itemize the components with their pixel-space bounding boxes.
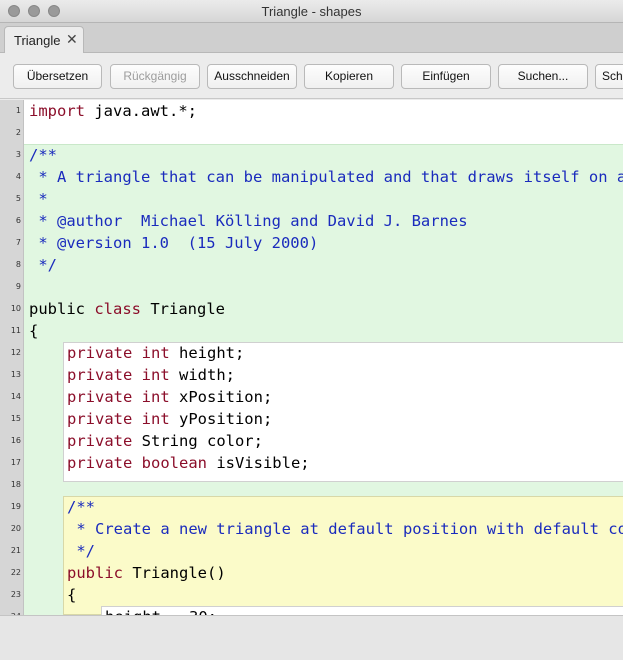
tab-bar: Triangle ✕ (0, 23, 623, 54)
status-bar (0, 615, 623, 660)
line-number: 5 (15, 194, 21, 203)
tab-label: Triangle (14, 33, 61, 48)
line-number: 23 (10, 590, 21, 599)
line-number: 3 (15, 150, 21, 159)
code-line-16: private String color; (67, 431, 263, 451)
line-number: 18 (10, 480, 21, 489)
code-line-3: /** (29, 146, 57, 164)
line-number: 21 (10, 546, 21, 555)
title-bar: Triangle - shapes (0, 0, 623, 23)
code-line-17: private boolean isVisible; (67, 454, 310, 472)
line-number: 2 (15, 128, 21, 137)
find-button[interactable]: Suchen... (498, 64, 588, 89)
code-line-22: public Triangle() (67, 563, 226, 583)
line-number: 8 (15, 260, 21, 269)
code-line-7: * @version 1.0 (15 July 2000) (29, 234, 319, 252)
undo-button[interactable]: Rückgängig (110, 64, 200, 89)
toolbar: Übersetzen Rückgängig Ausschneiden Kopie… (0, 53, 623, 99)
code-line-13: private int width; (67, 366, 235, 384)
code-line-11: { (29, 322, 39, 340)
constructor-scope-block (63, 496, 623, 615)
code-editor[interactable]: 123456789101112131415161718192021222324 … (0, 100, 623, 615)
line-number: 17 (10, 458, 21, 467)
code-token: Triangle() (123, 564, 226, 582)
code-line-14: private int xPosition; (67, 388, 273, 406)
tab-triangle[interactable]: Triangle ✕ (4, 26, 84, 54)
line-number: 15 (10, 414, 21, 423)
line-number-gutter[interactable]: 123456789101112131415161718192021222324 (0, 100, 24, 615)
line-number: 6 (15, 216, 21, 225)
code-line-5: * (29, 190, 48, 208)
paste-button[interactable]: Einfügen (401, 64, 491, 89)
code-line-6: * @author Michael Kölling and David J. B… (29, 212, 468, 230)
line-number: 22 (10, 568, 21, 577)
code-line-24: height = 30; (105, 607, 217, 615)
code-line-10: public class Triangle (29, 300, 225, 318)
code-token: String color; (132, 432, 263, 450)
cut-button[interactable]: Ausschneiden (207, 64, 297, 89)
compile-button[interactable]: Übersetzen (13, 64, 102, 89)
line-number: 12 (10, 348, 21, 357)
code-line-21: */ (67, 542, 95, 560)
code-line-12: private int height; (67, 344, 245, 362)
close-tab-icon[interactable]: ✕ (66, 31, 78, 48)
line-number: 1 (15, 106, 21, 115)
keyword-token: public (67, 564, 123, 582)
keyword-token: private (67, 432, 133, 450)
line-number: 20 (10, 524, 21, 533)
code-line-1: import java.awt.*; (29, 102, 197, 120)
code-line-20: * Create a new triangle at default posit… (67, 520, 623, 538)
window-title: Triangle - shapes (261, 4, 362, 19)
code-line-19: /** (67, 498, 95, 516)
line-number: 7 (15, 238, 21, 247)
line-number: 11 (10, 326, 21, 335)
line-number: 10 (10, 304, 21, 313)
line-number: 9 (15, 282, 21, 291)
line-number: 14 (10, 392, 21, 401)
code-line-4: * A triangle that can be manipulated and… (38, 168, 623, 186)
line-number: 19 (10, 502, 21, 511)
copy-button[interactable]: Kopieren (304, 64, 394, 89)
close-button[interactable]: Schließen (595, 64, 623, 89)
line-number: 16 (10, 436, 21, 445)
line-number: 13 (10, 370, 21, 379)
code-line-8: */ (29, 256, 57, 274)
line-number: 4 (15, 172, 21, 181)
code-line-15: private int yPosition; (67, 410, 273, 428)
code-line-23: { (67, 586, 77, 604)
